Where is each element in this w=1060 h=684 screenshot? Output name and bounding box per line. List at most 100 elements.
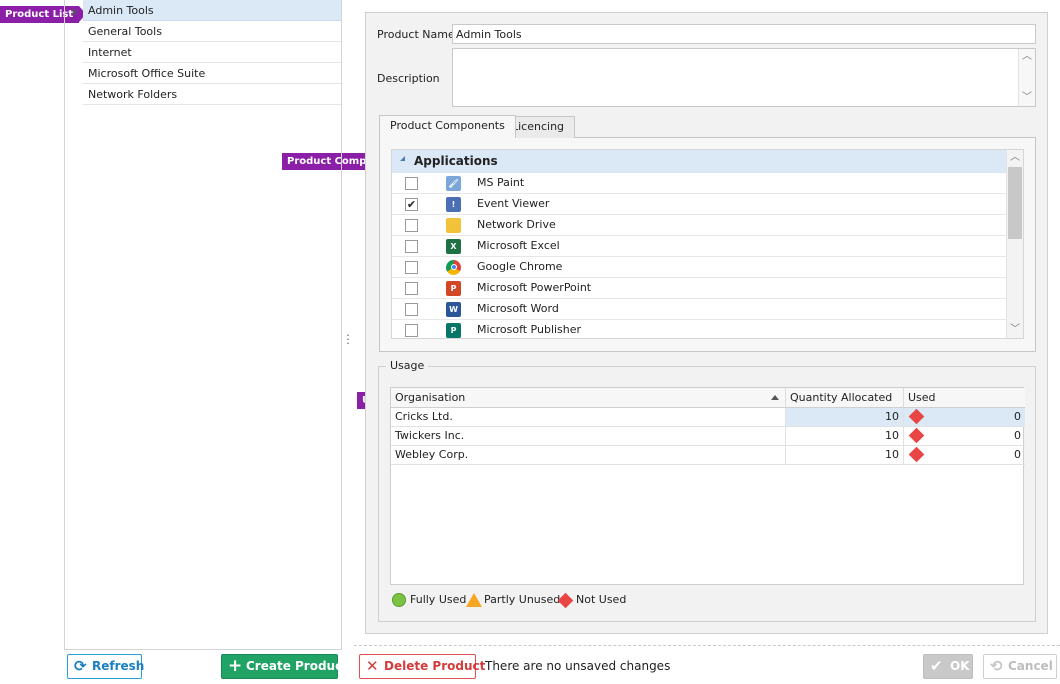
used-value: 0 bbox=[1014, 448, 1021, 461]
component-name: Microsoft PowerPoint bbox=[477, 281, 592, 294]
product-list-item-label: Network Folders bbox=[88, 88, 178, 101]
event-viewer-icon: ! bbox=[446, 197, 461, 212]
product-list-item[interactable]: Network Folders bbox=[83, 84, 341, 105]
component-row[interactable]: P Microsoft Publisher bbox=[392, 320, 1006, 338]
paint-icon: 🖌 bbox=[446, 176, 461, 191]
group-label: Applications bbox=[414, 154, 498, 168]
usage-grid: Organisation Quantity Allocated Used Cri… bbox=[390, 387, 1025, 585]
description-label: Description bbox=[377, 72, 440, 85]
product-list-item[interactable]: Admin Tools bbox=[83, 0, 341, 21]
column-header-quantity[interactable]: Quantity Allocated bbox=[786, 388, 904, 408]
component-name: Event Viewer bbox=[477, 197, 550, 210]
product-list-item[interactable]: General Tools bbox=[83, 21, 341, 42]
refresh-button-label: Refresh bbox=[92, 659, 145, 673]
scroll-up-icon[interactable]: ︿ bbox=[1007, 150, 1023, 166]
column-header-used[interactable]: Used bbox=[904, 388, 1025, 408]
cancel-button[interactable]: ⟲ Cancel bbox=[983, 654, 1057, 679]
component-name: Network Drive bbox=[477, 218, 556, 231]
component-row[interactable]: P Microsoft PowerPoint bbox=[392, 278, 1006, 299]
description-scrollbar[interactable]: ︿ ﹀ bbox=[1018, 49, 1035, 106]
product-list-item-label: Internet bbox=[88, 46, 132, 59]
product-list-item[interactable]: Microsoft Office Suite bbox=[83, 63, 341, 84]
usage-cell-used[interactable]: 0 bbox=[904, 446, 1025, 465]
usage-cell-quantity[interactable]: 10 bbox=[786, 427, 904, 446]
usage-cell-organisation[interactable]: Twickers Inc. bbox=[391, 427, 786, 446]
used-value: 0 bbox=[1014, 410, 1021, 423]
usage-cell-quantity[interactable]: 10 bbox=[786, 446, 904, 465]
component-row[interactable]: ✔ ! Event Viewer bbox=[392, 194, 1006, 215]
row-indicator-icon bbox=[73, 8, 77, 16]
product-list-item-label: Admin Tools bbox=[88, 4, 154, 17]
column-header-organisation[interactable]: Organisation bbox=[391, 388, 786, 408]
close-icon: ✕ bbox=[366, 657, 379, 675]
group-row-applications[interactable]: Applications bbox=[392, 150, 1006, 173]
component-name: Microsoft Publisher bbox=[477, 323, 582, 336]
scroll-down-icon[interactable]: ﹀ bbox=[1019, 90, 1035, 106]
excel-icon: X bbox=[446, 239, 461, 254]
status-text: There are no unsaved changes bbox=[485, 659, 671, 673]
ok-button[interactable]: ✔ OK bbox=[923, 654, 973, 679]
sort-ascending-icon bbox=[771, 395, 779, 400]
component-name: MS Paint bbox=[477, 176, 525, 189]
component-checkbox[interactable] bbox=[405, 219, 418, 232]
components-scrollbar[interactable]: ︿ ﹀ bbox=[1006, 150, 1023, 338]
chrome-icon bbox=[446, 260, 461, 275]
delete-product-button-label: Delete Product bbox=[384, 659, 486, 673]
scroll-down-icon[interactable]: ﹀ bbox=[1007, 322, 1023, 338]
used-value: 0 bbox=[1014, 429, 1021, 442]
powerpoint-icon: P bbox=[446, 281, 461, 296]
splitter-handle[interactable]: · · · bbox=[346, 330, 350, 349]
scroll-thumb[interactable] bbox=[1008, 167, 1022, 239]
create-product-button[interactable]: + Create Product bbox=[221, 654, 348, 679]
component-row[interactable]: Google Chrome bbox=[392, 257, 1006, 278]
component-row[interactable]: X Microsoft Excel bbox=[392, 236, 1006, 257]
publisher-icon: P bbox=[446, 323, 461, 338]
product-list-item-label: Microsoft Office Suite bbox=[88, 67, 206, 80]
not-used-status-icon bbox=[908, 446, 925, 463]
cancel-button-label: Cancel bbox=[1008, 659, 1053, 673]
component-checkbox[interactable] bbox=[405, 261, 418, 274]
column-header-label: Organisation bbox=[395, 391, 466, 404]
components-grid: Applications 🖌 MS Paint ✔ ! Event Viewer… bbox=[391, 149, 1024, 339]
product-list-item-label: General Tools bbox=[88, 25, 162, 38]
tab-product-components[interactable]: Product Components bbox=[379, 115, 516, 138]
usage-cell-used[interactable]: 0 bbox=[904, 408, 1025, 427]
component-checkbox[interactable]: ✔ bbox=[405, 198, 418, 211]
product-name-field[interactable]: Admin Tools bbox=[452, 24, 1036, 44]
component-checkbox[interactable] bbox=[405, 240, 418, 253]
delete-product-button[interactable]: ✕ Delete Product bbox=[359, 654, 485, 679]
refresh-button[interactable]: ⟳ Refresh bbox=[67, 654, 145, 679]
legend-fully-used: Fully Used bbox=[410, 593, 467, 606]
product-name-label: Product Name bbox=[377, 28, 455, 41]
bottom-separator bbox=[354, 645, 1060, 646]
folder-icon bbox=[446, 218, 461, 233]
scroll-up-icon[interactable]: ︿ bbox=[1019, 49, 1035, 65]
component-checkbox[interactable] bbox=[405, 303, 418, 316]
component-checkbox[interactable] bbox=[405, 324, 418, 337]
not-used-status-icon bbox=[908, 408, 925, 425]
description-field[interactable] bbox=[452, 48, 1036, 107]
legend-partly-unused: Partly Unused bbox=[484, 593, 561, 606]
component-row[interactable]: 🖌 MS Paint bbox=[392, 173, 1006, 194]
ok-button-label: OK bbox=[950, 659, 970, 673]
usage-cell-quantity[interactable]: 10 bbox=[786, 408, 904, 427]
component-checkbox[interactable] bbox=[405, 282, 418, 295]
collapse-triangle-icon[interactable] bbox=[400, 156, 405, 161]
usage-cell-organisation[interactable]: Webley Corp. bbox=[391, 446, 786, 465]
component-name: Microsoft Word bbox=[477, 302, 559, 315]
checkmark-icon: ✔ bbox=[930, 657, 943, 675]
partly-unused-icon bbox=[466, 593, 482, 607]
product-list: Admin Tools General Tools Internet Micro… bbox=[64, 0, 342, 650]
usage-cell-organisation[interactable]: Cricks Ltd. bbox=[391, 408, 786, 427]
plus-icon: + bbox=[228, 656, 243, 676]
word-icon: W bbox=[446, 302, 461, 317]
refresh-icon: ⟳ bbox=[74, 657, 87, 675]
component-row[interactable]: W Microsoft Word bbox=[392, 299, 1006, 320]
not-used-status-icon bbox=[908, 427, 925, 444]
usage-cell-used[interactable]: 0 bbox=[904, 427, 1025, 446]
create-product-button-label: Create Product bbox=[246, 659, 348, 673]
component-name: Google Chrome bbox=[477, 260, 563, 273]
component-checkbox[interactable] bbox=[405, 177, 418, 190]
product-list-item[interactable]: Internet bbox=[83, 42, 341, 63]
component-row[interactable]: Network Drive bbox=[392, 215, 1006, 236]
